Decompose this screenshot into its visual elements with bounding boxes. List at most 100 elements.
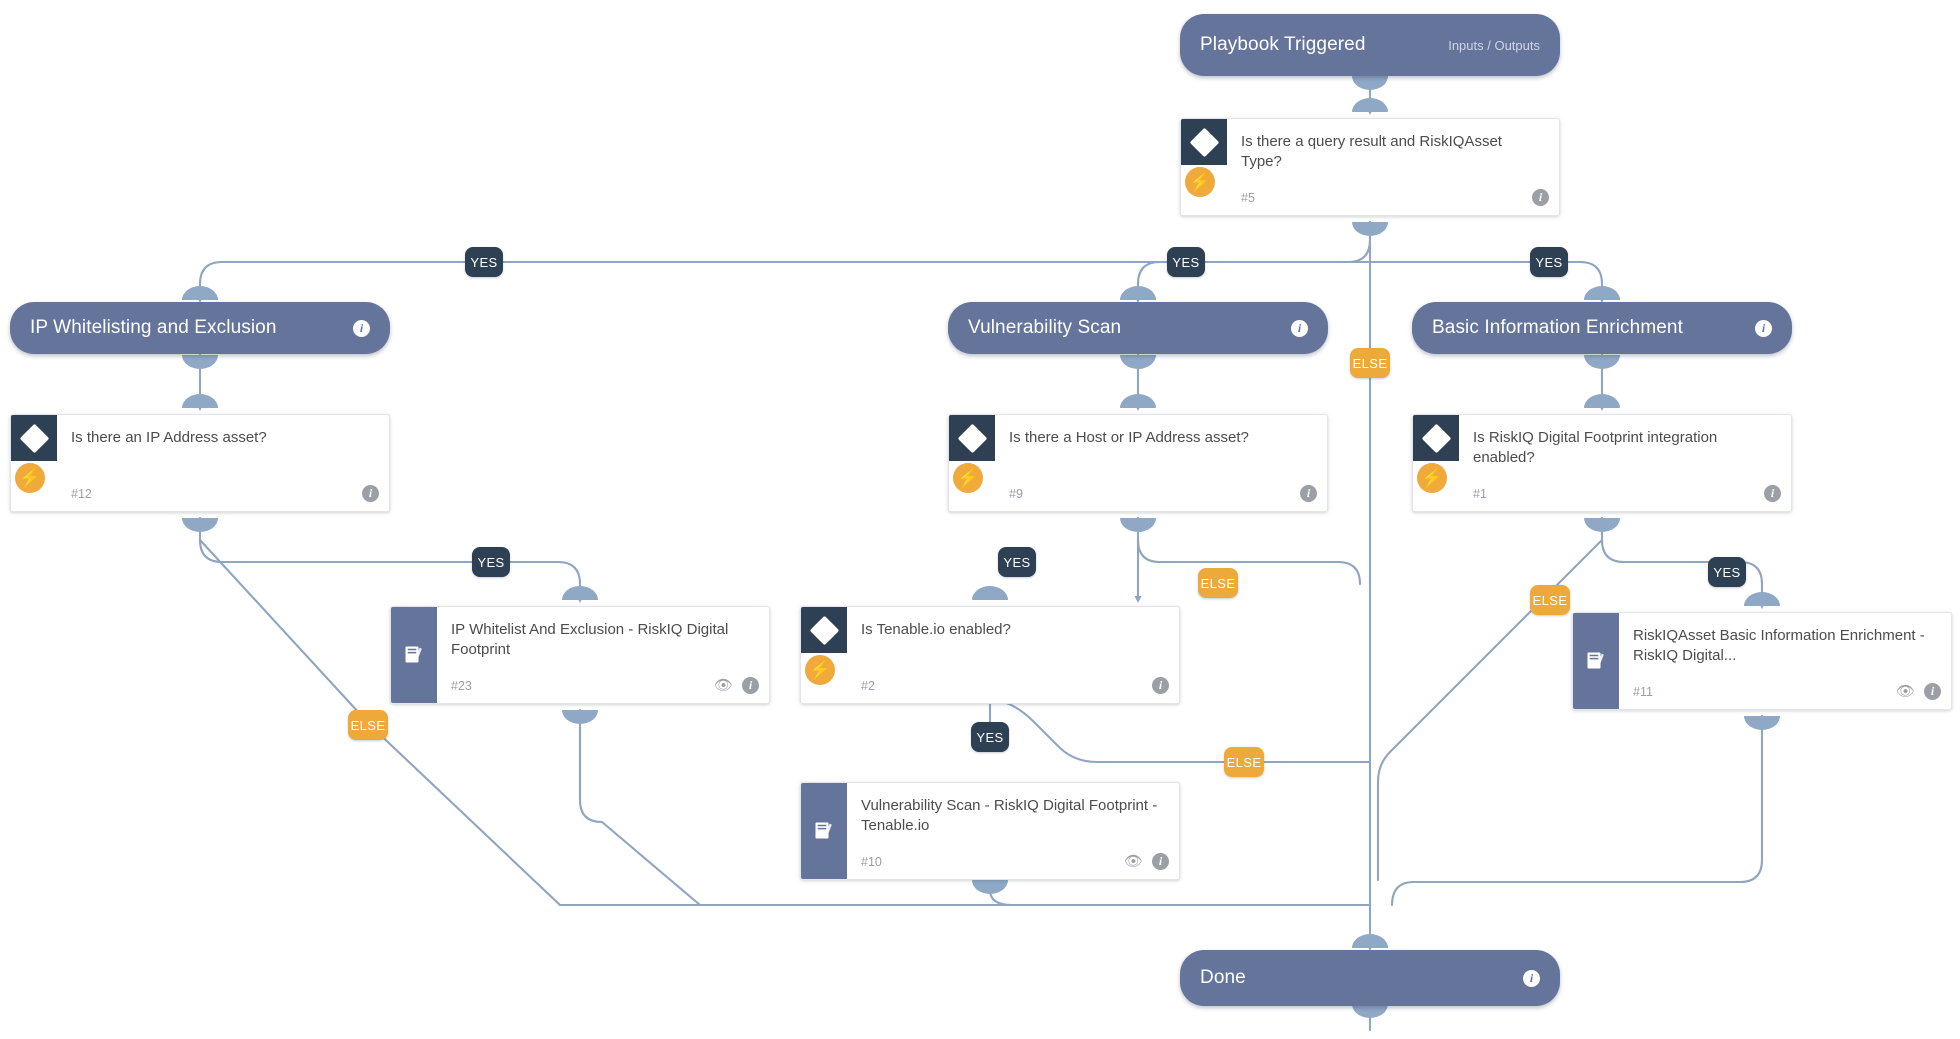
node-id: #23 (451, 678, 472, 693)
node-title: Done (1200, 967, 1246, 988)
info-icon[interactable]: i (1152, 853, 1169, 870)
card-icon-group: i (1300, 485, 1317, 502)
card-body: Vulnerability Scan - RiskIQ Digital Foot… (847, 783, 1179, 879)
edge-label-else-12[interactable]: ELSE (348, 710, 388, 740)
node-done[interactable]: Done i (1180, 950, 1560, 1006)
card-footer: #10 👁 i (861, 853, 1169, 870)
card-footer: #11 👁 i (1633, 683, 1941, 700)
node-title: Is there a Host or IP Address asset? (1009, 429, 1249, 446)
info-icon[interactable]: i (353, 319, 370, 337)
node-subplaybook-23[interactable]: IP Whitelist And Exclusion - RiskIQ Digi… (390, 606, 770, 704)
card-footer: #1 i (1473, 485, 1781, 502)
card-body: Is there a query result and RiskIQAsset … (1227, 119, 1559, 215)
info-icon[interactable]: i (742, 677, 759, 694)
edge-label-else-center-top[interactable]: ELSE (1350, 348, 1390, 378)
node-id: #1 (1473, 486, 1487, 501)
diamond-icon (949, 415, 995, 461)
card-gutter (801, 783, 847, 879)
card-icon-group: 👁 i (1124, 853, 1169, 870)
info-icon[interactable]: i (1152, 677, 1169, 694)
card-gutter: ⚡ (949, 415, 995, 511)
info-icon[interactable]: i (1532, 189, 1549, 206)
card-footer: #5 i (1241, 189, 1549, 206)
info-icon[interactable]: i (1924, 683, 1941, 700)
diamond-icon (801, 607, 847, 653)
diamond-icon (1413, 415, 1459, 461)
node-title: Is there an IP Address asset? (71, 429, 267, 446)
node-id: #10 (861, 854, 882, 869)
info-icon[interactable]: i (1291, 319, 1308, 337)
edge-label-yes-left-top[interactable]: YES (465, 247, 503, 277)
node-condition-1[interactable]: ⚡ Is RiskIQ Digital Footprint integratio… (1412, 414, 1792, 512)
card-gutter: ⚡ (11, 415, 57, 511)
card-body: Is there an IP Address asset? #12 i (57, 415, 389, 511)
edge-label-else-1[interactable]: ELSE (1530, 585, 1570, 615)
edge-layer (182, 74, 1780, 1032)
edge-label-yes-2[interactable]: YES (971, 722, 1009, 752)
edge-label-else-9[interactable]: ELSE (1198, 568, 1238, 598)
eye-icon[interactable]: 👁 (714, 678, 733, 693)
card-gutter (391, 607, 437, 703)
node-title: Playbook Triggered (1200, 34, 1366, 55)
node-section-vulnerability-scan[interactable]: Vulnerability Scan i (948, 302, 1328, 354)
node-title: Vulnerability Scan (968, 317, 1122, 338)
node-id: #2 (861, 678, 875, 693)
card-icon-group: 👁 i (714, 677, 759, 694)
node-title: Basic Information Enrichment (1432, 317, 1683, 338)
lightning-bolt-icon: ⚡ (953, 463, 983, 493)
edge-label-yes-right-top[interactable]: YES (1530, 247, 1568, 277)
card-body: Is RiskIQ Digital Footprint integration … (1459, 415, 1791, 511)
node-subplaybook-11[interactable]: RiskIQAsset Basic Information Enrichment… (1572, 612, 1952, 710)
node-id: #12 (71, 486, 92, 501)
book-icon (1573, 613, 1619, 709)
node-condition-12[interactable]: ⚡ Is there an IP Address asset? #12 i (10, 414, 390, 512)
node-title: Is there a query result and RiskIQAsset … (1241, 133, 1502, 170)
card-body: RiskIQAsset Basic Information Enrichment… (1619, 613, 1951, 709)
node-condition-9[interactable]: ⚡ Is there a Host or IP Address asset? #… (948, 414, 1328, 512)
diamond-icon (1181, 119, 1227, 165)
node-subplaybook-10[interactable]: Vulnerability Scan - RiskIQ Digital Foot… (800, 782, 1180, 880)
card-icon-group: 👁 i (1896, 683, 1941, 700)
node-condition-5[interactable]: ⚡ Is there a query result and RiskIQAsse… (1180, 118, 1560, 216)
info-icon[interactable]: i (1523, 969, 1540, 987)
edge-label-yes-1[interactable]: YES (1708, 557, 1746, 587)
info-icon[interactable]: i (1300, 485, 1317, 502)
info-icon[interactable]: i (1764, 485, 1781, 502)
node-title: Vulnerability Scan - RiskIQ Digital Foot… (861, 797, 1158, 834)
card-gutter: ⚡ (1413, 415, 1459, 511)
card-icon-group: i (362, 485, 379, 502)
node-playbook-triggered[interactable]: Playbook Triggered Inputs / Outputs (1180, 14, 1560, 76)
card-footer: #9 i (1009, 485, 1317, 502)
node-title: IP Whitelist And Exclusion - RiskIQ Digi… (451, 621, 729, 658)
card-gutter: ⚡ (801, 607, 847, 703)
info-icon[interactable]: i (362, 485, 379, 502)
node-title: Is Tenable.io enabled? (861, 621, 1011, 638)
node-section-basic-information-enrichment[interactable]: Basic Information Enrichment i (1412, 302, 1792, 354)
edge-label-yes-9[interactable]: YES (998, 547, 1036, 577)
eye-icon[interactable]: 👁 (1124, 854, 1143, 869)
card-gutter: ⚡ (1181, 119, 1227, 215)
edge-label-else-2[interactable]: ELSE (1224, 747, 1264, 777)
node-title: RiskIQAsset Basic Information Enrichment… (1633, 627, 1925, 664)
inputs-outputs-link[interactable]: Inputs / Outputs (1448, 38, 1540, 53)
card-icon-group: i (1764, 485, 1781, 502)
info-icon[interactable]: i (1755, 319, 1772, 337)
card-icon-group: i (1152, 677, 1169, 694)
lightning-bolt-icon: ⚡ (805, 655, 835, 685)
card-footer: #12 i (71, 485, 379, 502)
node-condition-2[interactable]: ⚡ Is Tenable.io enabled? #2 i (800, 606, 1180, 704)
playbook-canvas[interactable]: Playbook Triggered Inputs / Outputs ⚡ Is… (0, 0, 1960, 1039)
eye-icon[interactable]: 👁 (1896, 684, 1915, 699)
card-gutter (1573, 613, 1619, 709)
node-id: #5 (1241, 190, 1255, 205)
card-footer: #2 i (861, 677, 1169, 694)
node-id: #11 (1633, 684, 1653, 699)
card-body: IP Whitelist And Exclusion - RiskIQ Digi… (437, 607, 769, 703)
node-section-ip-whitelisting[interactable]: IP Whitelisting and Exclusion i (10, 302, 390, 354)
lightning-bolt-icon: ⚡ (15, 463, 45, 493)
node-id: #9 (1009, 486, 1023, 501)
book-icon (391, 607, 437, 703)
edge-label-yes-12[interactable]: YES (472, 547, 510, 577)
card-body: Is Tenable.io enabled? #2 i (847, 607, 1179, 703)
edge-label-yes-center-top[interactable]: YES (1167, 247, 1205, 277)
